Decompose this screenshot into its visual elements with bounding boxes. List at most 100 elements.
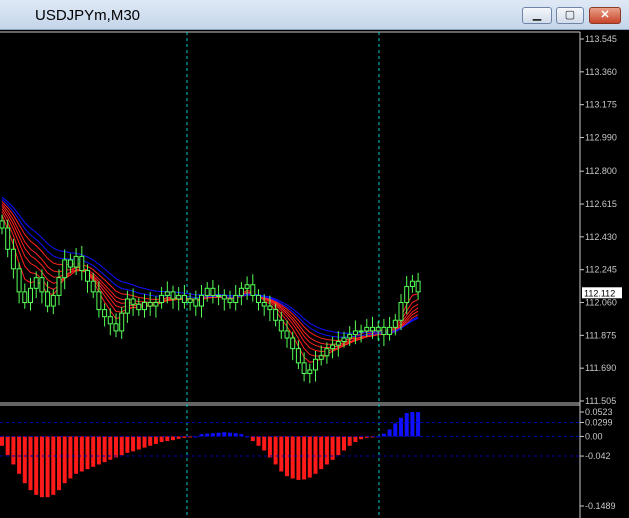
histogram-bar — [39, 436, 44, 498]
candle-body — [199, 294, 204, 307]
candle-body — [256, 294, 261, 304]
candle-body — [381, 326, 387, 335]
candle-body — [364, 326, 370, 332]
candle-body — [5, 227, 11, 250]
price-tick-label: 112.060 — [585, 298, 617, 308]
candle-body — [233, 294, 239, 304]
candle-body — [250, 284, 256, 296]
histogram-bar — [273, 436, 278, 465]
minimize-button[interactable]: ▁ — [522, 7, 552, 24]
price-tick-label: 111.690 — [585, 363, 616, 373]
histogram-bar — [159, 436, 164, 443]
close-button[interactable]: ✕ — [589, 7, 621, 24]
histogram-bar — [410, 412, 415, 437]
histogram-bar — [313, 436, 318, 474]
candle-body — [307, 369, 313, 374]
candle-body — [352, 330, 358, 335]
histogram-bar — [387, 429, 392, 437]
candle-body — [273, 309, 279, 321]
candle-body — [330, 344, 336, 350]
histogram-bar — [5, 436, 10, 456]
histogram-bar — [262, 436, 267, 451]
candle-body — [79, 255, 85, 272]
histogram-bar — [119, 436, 124, 456]
histogram-bar — [22, 436, 27, 484]
candle-body — [204, 287, 210, 296]
candle-body — [130, 298, 136, 305]
histogram-bar — [347, 436, 352, 446]
histogram-bar — [74, 436, 79, 474]
histogram-bar — [142, 436, 147, 448]
candle-body — [210, 287, 216, 296]
price-tick-label: 113.175 — [585, 100, 617, 110]
candlestick-series — [0, 214, 421, 384]
price-tick-label: 111.875 — [585, 330, 616, 340]
candle-body — [341, 337, 347, 343]
histogram-bar — [222, 432, 227, 437]
candle-body — [261, 302, 267, 307]
candle-body — [85, 270, 90, 282]
candle-body — [335, 341, 341, 346]
candle-body — [119, 312, 125, 332]
histogram-bar — [165, 436, 170, 442]
candle-body — [227, 298, 233, 304]
candle-body — [147, 302, 153, 307]
price-chart[interactable]: 113.545 113.360 113.175 112.990 112.800 112.6… — [0, 31, 629, 518]
candle-body — [164, 291, 170, 296]
candle-body — [56, 277, 62, 296]
title-bar[interactable]: USDJPYm,M30 ▁ ▢ ✕ — [0, 0, 629, 30]
candle-body — [159, 294, 165, 304]
histogram-bar — [267, 436, 272, 458]
chart-window: USDJPYm,M30 ▁ ▢ ✕ 113.545 113.360 113.175 1… — [0, 0, 629, 518]
candle-body — [375, 326, 381, 332]
candle-body — [284, 330, 290, 339]
histogram-bar — [68, 436, 73, 479]
candle-body — [176, 294, 182, 300]
candle-body — [22, 291, 28, 304]
candle-body — [16, 268, 22, 293]
candle-body — [113, 323, 119, 332]
candle-body — [370, 326, 375, 332]
indicator-tick-label: 0.0299 — [585, 417, 613, 427]
candle-body — [358, 330, 364, 333]
candle-body — [278, 319, 284, 332]
window-title: USDJPYm,M30 — [35, 7, 141, 24]
indicator-histogram — [0, 412, 421, 498]
candle-body — [39, 277, 45, 293]
candle-body — [96, 291, 102, 311]
indicator-tick-label: -0.042 — [585, 451, 611, 461]
candle-body — [45, 291, 51, 307]
histogram-bar — [45, 436, 50, 498]
maximize-button[interactable]: ▢ — [556, 7, 584, 24]
histogram-bar — [85, 436, 90, 470]
histogram-bar — [290, 436, 295, 479]
maximize-icon: ▢ — [564, 9, 576, 21]
candle-body — [193, 298, 199, 307]
candle-body — [216, 294, 222, 297]
histogram-bar — [256, 436, 261, 446]
histogram-bar — [57, 436, 61, 491]
candle-body — [136, 303, 142, 311]
candle-body — [170, 291, 176, 300]
histogram-bar — [125, 436, 130, 453]
candle-body — [187, 298, 193, 304]
histogram-bar — [91, 436, 96, 467]
candle-body — [124, 298, 130, 314]
indicator-tick-label: -0.1489 — [585, 501, 616, 511]
indicator-tick-label: 0.00 — [585, 431, 603, 441]
histogram-bar — [11, 436, 16, 465]
histogram-bar — [416, 412, 421, 437]
histogram-bar — [153, 436, 158, 444]
candle-body — [415, 280, 421, 293]
histogram-bar — [34, 436, 39, 495]
candle-body — [295, 348, 301, 364]
candle-body — [387, 326, 393, 335]
histogram-bar — [250, 436, 255, 442]
histogram-bar — [114, 436, 118, 458]
histogram-bar — [28, 436, 33, 491]
candle-body — [301, 362, 307, 374]
candle-body — [33, 277, 39, 289]
candle-body — [409, 280, 415, 288]
histogram-bar — [296, 436, 301, 480]
candle-body — [90, 280, 96, 293]
